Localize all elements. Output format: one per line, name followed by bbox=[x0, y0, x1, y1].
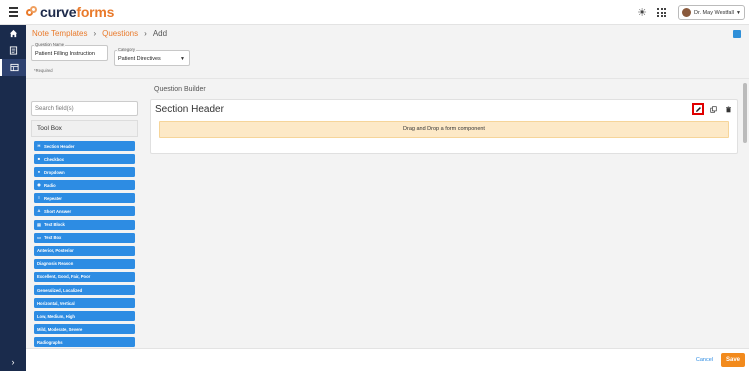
apps-grid-icon[interactable] bbox=[657, 8, 666, 17]
dropdown-arrow-icon: ▼ bbox=[180, 56, 185, 62]
save-button[interactable]: Save bbox=[721, 353, 745, 367]
question-name-value: Patient Filling Instruction bbox=[35, 51, 95, 57]
avatar bbox=[682, 8, 691, 17]
question-name-field[interactable]: Question Name Patient Filling Instructio… bbox=[31, 42, 108, 61]
tool-anterior-posterior[interactable]: Anterior, Posterior bbox=[34, 245, 135, 256]
home-icon bbox=[9, 29, 17, 38]
category-label: Category bbox=[117, 47, 136, 52]
templates-icon bbox=[9, 63, 19, 72]
search-fields-input[interactable]: Search field(s) bbox=[31, 101, 138, 116]
sidebar-item-home[interactable] bbox=[0, 25, 26, 42]
section-header-title: Section Header bbox=[155, 104, 224, 115]
toolbox-title: Tool Box bbox=[31, 120, 138, 137]
tool-low-medium-high[interactable]: Low, Medium, High bbox=[34, 311, 135, 322]
tool-generalized-localized[interactable]: Generalized, Localized bbox=[34, 285, 135, 296]
tool-dropdown[interactable]: ● Dropdown bbox=[34, 167, 135, 178]
footer: Cancel Save bbox=[26, 348, 749, 371]
cancel-button[interactable]: Cancel bbox=[696, 357, 713, 363]
dropzone[interactable]: Drag and Drop a form component bbox=[159, 121, 729, 138]
text-block-icon: ▤ bbox=[37, 221, 41, 227]
tool-mild-moderate-severe[interactable]: Mild, Moderate, Severe bbox=[34, 324, 135, 335]
checkbox-icon: ■ bbox=[37, 156, 41, 162]
user-name: Dr. May Westfall bbox=[694, 9, 734, 16]
tool-excellent-good-fair-poor[interactable]: Excellent, Good, Fair, Poor bbox=[34, 271, 135, 282]
category-select[interactable]: Category Patient Directives ▼ bbox=[114, 47, 190, 66]
theme-toggle-icon[interactable]: ☀ bbox=[636, 7, 648, 19]
logo-mark-icon bbox=[26, 6, 38, 18]
repeater-icon: ≡ bbox=[37, 195, 41, 201]
sidebar-item-notes[interactable] bbox=[0, 42, 26, 59]
builder-canvas: Section Header Drag and Drop a form comp… bbox=[150, 99, 738, 154]
toolbox-list: H Section Header ■ Checkbox ● Dropdown ◉ Rad… bbox=[34, 141, 135, 351]
text-icon: A bbox=[37, 208, 41, 214]
chevron-right-icon: › bbox=[93, 29, 97, 38]
cube-icon[interactable] bbox=[733, 30, 741, 38]
top-bar-actions: ☀ Dr. May Westfall ▼ bbox=[636, 0, 749, 25]
tool-horizontal-vertical[interactable]: Horizontal, Vertical bbox=[34, 298, 135, 309]
breadcrumb-note-templates[interactable]: Note Templates bbox=[32, 29, 87, 38]
breadcrumb-current: Add bbox=[152, 29, 168, 38]
question-name-label: Question Name bbox=[34, 42, 66, 47]
question-builder-title: Question Builder bbox=[154, 86, 206, 93]
scrollbar-thumb[interactable] bbox=[743, 83, 747, 143]
scrollbar[interactable] bbox=[743, 79, 747, 347]
tool-radiographs[interactable]: Radiographs bbox=[34, 337, 135, 348]
text-box-icon: ▭ bbox=[37, 234, 41, 240]
heading-icon: H bbox=[37, 143, 41, 148]
tool-section-header[interactable]: H Section Header bbox=[34, 141, 135, 151]
expand-sidebar-icon[interactable]: › bbox=[0, 357, 26, 367]
tool-checkbox[interactable]: ■ Checkbox bbox=[34, 154, 135, 165]
sidebar-item-templates[interactable] bbox=[0, 59, 26, 76]
menu-icon[interactable] bbox=[9, 7, 18, 17]
logo-text: curveforms bbox=[40, 4, 115, 20]
tool-radio[interactable]: ◉ Radio bbox=[34, 180, 135, 191]
section-actions bbox=[692, 103, 734, 115]
trash-icon bbox=[725, 106, 731, 112]
required-note: *Required bbox=[34, 68, 53, 73]
notes-icon bbox=[9, 46, 17, 55]
app-logo[interactable]: curveforms bbox=[26, 3, 114, 21]
chevron-right-icon: › bbox=[144, 29, 147, 38]
copy-icon bbox=[709, 105, 717, 113]
delete-section-button[interactable] bbox=[722, 103, 734, 115]
user-menu[interactable]: Dr. May Westfall ▼ bbox=[678, 5, 745, 20]
breadcrumb-questions[interactable]: Questions bbox=[102, 29, 138, 38]
breadcrumb: Note Templates › Questions › Add bbox=[32, 29, 167, 38]
radio-icon: ◉ bbox=[37, 182, 41, 188]
sidebar: › bbox=[0, 25, 26, 371]
pencil-icon bbox=[695, 106, 701, 112]
top-bar: curveforms ☀ Dr. May Westfall ▼ bbox=[0, 0, 749, 25]
divider bbox=[26, 78, 749, 79]
question-meta-fields: Question Name Patient Filling Instructio… bbox=[31, 42, 190, 66]
tool-short-answer[interactable]: A Short Answer bbox=[34, 206, 135, 217]
tool-repeater[interactable]: ≡ Repeater bbox=[34, 193, 135, 204]
chevron-down-icon: ▼ bbox=[736, 9, 741, 16]
tool-diagnosis-reason[interactable]: Diagnosis Reason bbox=[34, 258, 135, 269]
edit-section-button[interactable] bbox=[692, 103, 704, 115]
category-value: Patient Directives bbox=[118, 56, 161, 62]
tool-text-box[interactable]: ▭ Text Box bbox=[34, 232, 135, 243]
tool-text-block[interactable]: ▤ Text Block bbox=[34, 219, 135, 230]
duplicate-section-button[interactable] bbox=[707, 103, 719, 115]
dropdown-icon: ● bbox=[37, 169, 41, 175]
